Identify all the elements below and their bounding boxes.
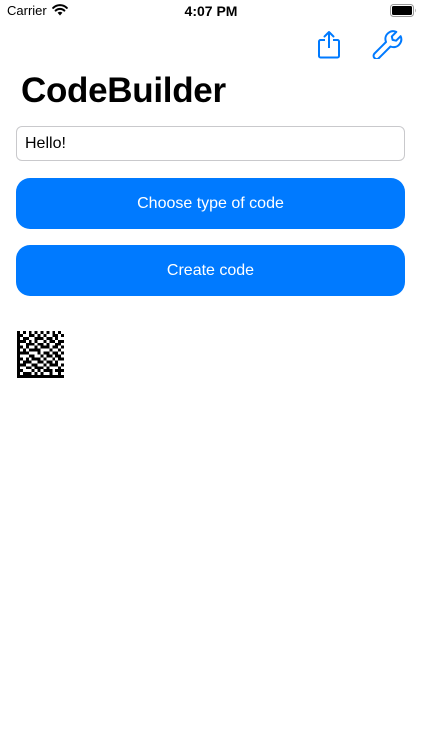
datamatrix-code-image [17,331,64,378]
page-title: CodeBuilder [21,71,226,110]
message-input[interactable] [16,126,405,161]
status-bar: Carrier 4:07 PM [0,0,422,22]
settings-button[interactable] [371,29,403,60]
share-icon [318,31,340,59]
create-code-button[interactable]: Create code [16,245,405,296]
wrench-icon [372,30,403,60]
status-time: 4:07 PM [184,3,238,19]
choose-type-button[interactable]: Choose type of code [16,178,405,229]
battery-icon [390,4,416,17]
share-button[interactable] [316,29,342,59]
